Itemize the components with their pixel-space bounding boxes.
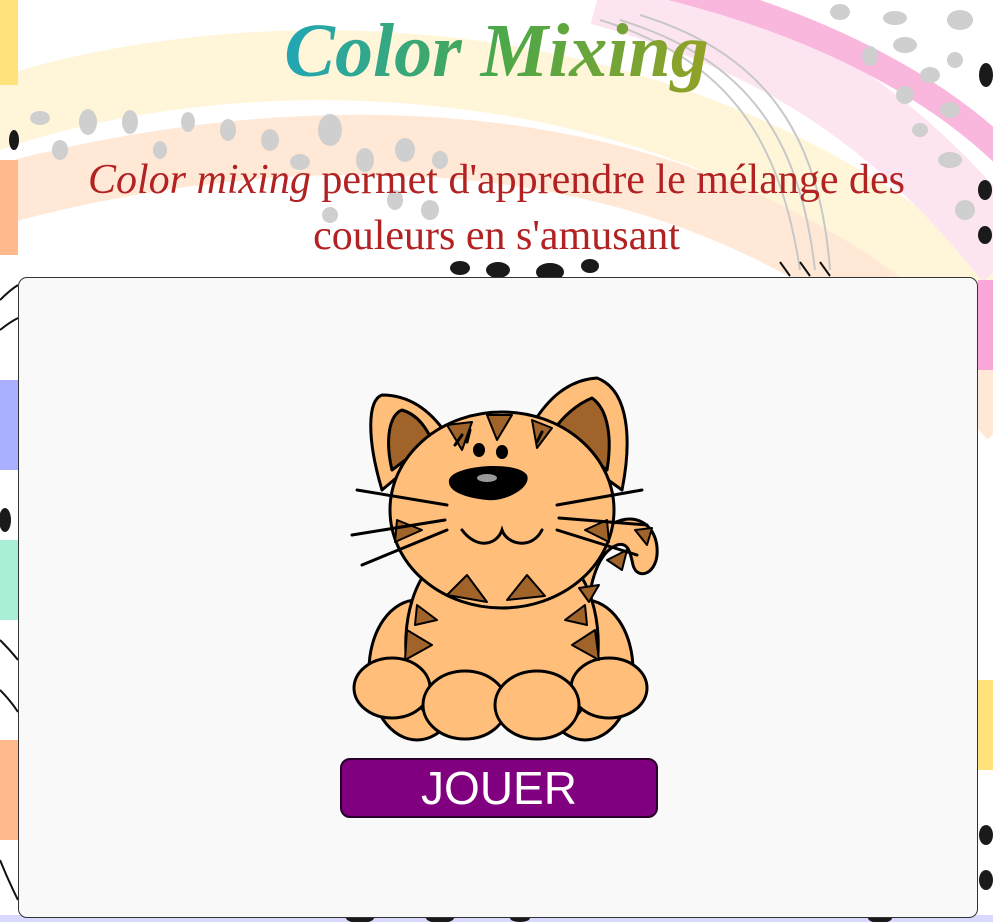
subtitle-text: permet d'apprendre le mélange des couleu… xyxy=(310,157,905,259)
subtitle-emphasis: Color mixing xyxy=(88,157,311,203)
cat-icon xyxy=(350,376,659,742)
game-panel: JOUER xyxy=(18,277,978,918)
page-subtitle: Color mixing permet d'apprendre le mélan… xyxy=(20,152,973,264)
play-button[interactable]: JOUER xyxy=(340,758,658,818)
page-title: Color Mixing xyxy=(0,6,993,96)
